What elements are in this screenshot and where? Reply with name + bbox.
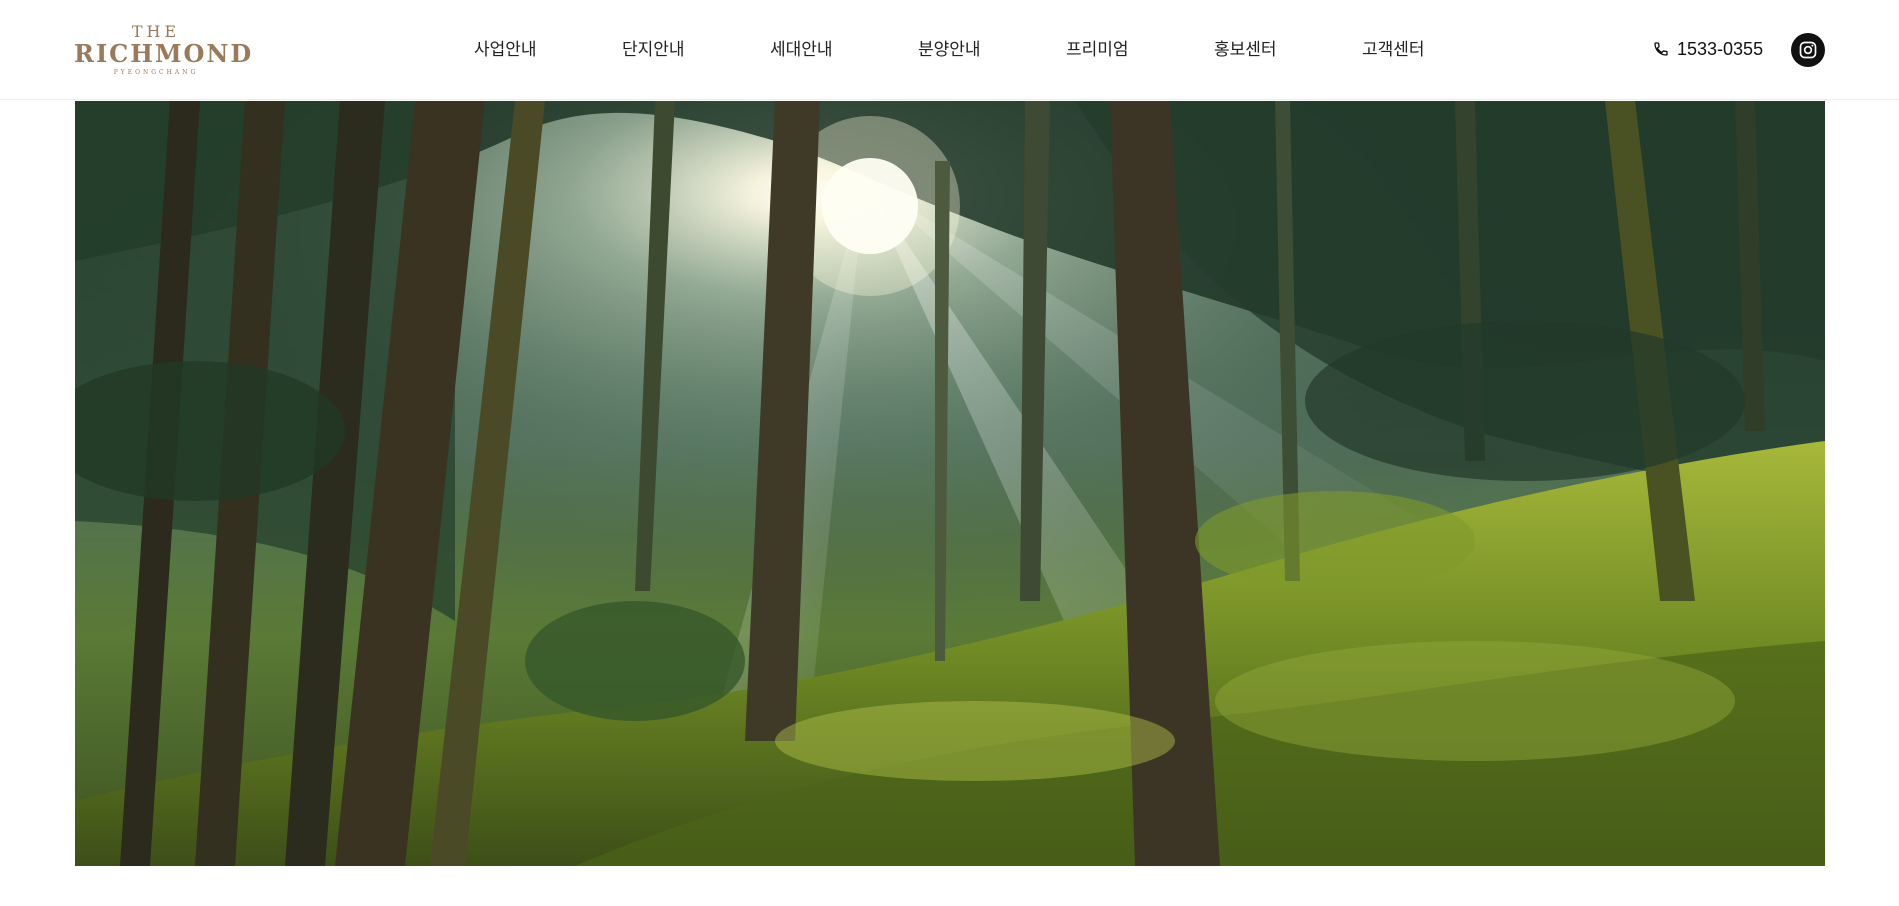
nav-item-customer-center[interactable]: 고객센터 <box>1362 38 1425 62</box>
site-header: THE RICHMOND PYEONGCHANG 사업안내 단지안내 세대안내 … <box>0 0 1899 100</box>
instagram-icon <box>1799 41 1817 59</box>
nav-item-units[interactable]: 세대안내 <box>770 38 833 62</box>
logo-line-richmond: RICHMOND <box>74 39 254 68</box>
nav-item-business[interactable]: 사업안내 <box>474 38 537 62</box>
phone-icon <box>1654 42 1668 56</box>
phone-number: 1533-0355 <box>1677 38 1764 59</box>
nav-item-premium[interactable]: 프리미엄 <box>1066 38 1129 62</box>
logo-line-the: THE <box>131 22 181 41</box>
instagram-button[interactable] <box>1791 33 1825 67</box>
phone-link[interactable]: 1533-0355 <box>1653 36 1763 62</box>
nav-item-complex[interactable]: 단지안내 <box>622 38 685 62</box>
richmond-logo[interactable]: THE RICHMOND PYEONGCHANG <box>74 22 254 77</box>
nav-item-pr-center[interactable]: 홍보센터 <box>1214 38 1277 62</box>
nav-item-sales[interactable]: 분양안내 <box>918 38 981 62</box>
forest-sunlight-image <box>75 101 1825 866</box>
hero-banner <box>75 101 1825 866</box>
logo-line-pyeongchang: PYEONGCHANG <box>113 69 199 76</box>
